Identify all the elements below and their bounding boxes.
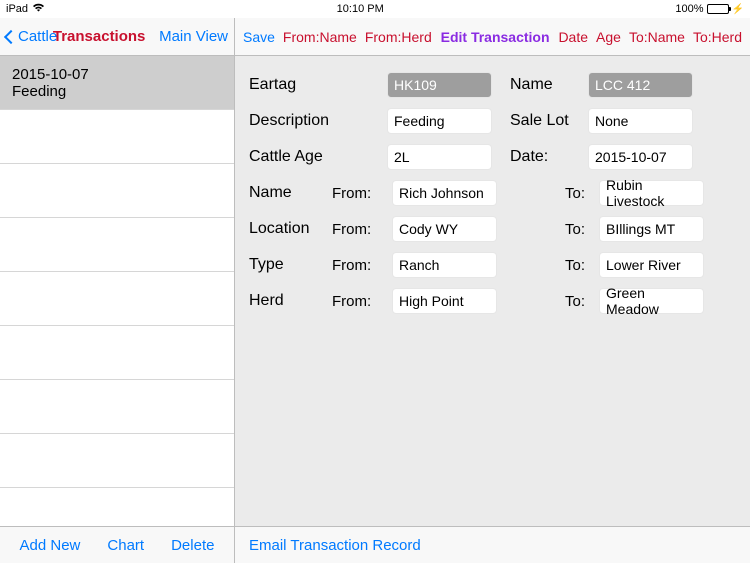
email-record-button[interactable]: Email Transaction Record <box>249 537 421 554</box>
list-item-date: 2015-10-07 <box>12 66 222 83</box>
list-item <box>0 164 234 218</box>
sidebar-toolbar: Add New Chart Delete <box>0 526 234 563</box>
wifi-icon <box>32 3 45 15</box>
to-label: To: <box>565 293 591 310</box>
type-to-field[interactable]: Lower River <box>599 252 704 278</box>
location-from-field[interactable]: Cody WY <box>392 216 497 242</box>
to-label: To: <box>565 185 591 202</box>
form: Eartag HK109 Name LCC 412 Description Fe… <box>235 56 750 526</box>
list-item <box>0 110 234 164</box>
name-field[interactable]: LCC 412 <box>588 72 693 98</box>
from-herd-button[interactable]: From:Herd <box>365 29 432 45</box>
detail-pane: Save From:Name From:Herd Edit Transactio… <box>235 18 750 563</box>
list-item[interactable]: 2015-10-07 Feeding <box>0 56 234 110</box>
detail-toolbar: Email Transaction Record <box>235 526 750 563</box>
chart-button[interactable]: Chart <box>107 537 144 554</box>
sidebar-header: Cattle Transactions Main View <box>0 18 234 56</box>
description-label: Description <box>249 112 369 130</box>
from-name-button[interactable]: From:Name <box>283 29 357 45</box>
date-label: Date: <box>510 148 570 166</box>
transaction-list: 2015-10-07 Feeding <box>0 56 234 526</box>
status-bar: iPad 10:10 PM 100% ⚡ <box>0 0 750 18</box>
sale-lot-label: Sale Lot <box>510 112 570 130</box>
date-field[interactable]: 2015-10-07 <box>588 144 693 170</box>
from-label: From: <box>332 185 384 202</box>
list-item <box>0 434 234 488</box>
name-to-field[interactable]: Rubin Livestock <box>599 180 704 206</box>
charging-icon: ⚡ <box>732 4 744 15</box>
from-label: From: <box>332 293 384 310</box>
cattle-age-label: Cattle Age <box>249 148 369 166</box>
name-label: Name <box>510 76 570 94</box>
list-item-desc: Feeding <box>12 83 222 100</box>
row-name-label: Name <box>249 184 324 202</box>
herd-label: Herd <box>249 292 324 310</box>
list-item <box>0 380 234 434</box>
date-button[interactable]: Date <box>558 29 588 45</box>
delete-button[interactable]: Delete <box>171 537 214 554</box>
type-label: Type <box>249 256 324 274</box>
from-label: From: <box>332 221 384 238</box>
to-name-button[interactable]: To:Name <box>629 29 685 45</box>
status-time: 10:10 PM <box>337 3 384 15</box>
battery-pct: 100% <box>675 3 703 15</box>
to-herd-button[interactable]: To:Herd <box>693 29 742 45</box>
detail-header: Save From:Name From:Herd Edit Transactio… <box>235 18 750 56</box>
list-item <box>0 326 234 380</box>
age-button[interactable]: Age <box>596 29 621 45</box>
list-item <box>0 218 234 272</box>
cattle-age-field[interactable]: 2L <box>387 144 492 170</box>
location-to-field[interactable]: BIllings MT <box>599 216 704 242</box>
main-view-button[interactable]: Main View <box>159 28 228 45</box>
to-label: To: <box>565 257 591 274</box>
chevron-left-icon <box>4 29 18 43</box>
device-label: iPad <box>6 3 28 15</box>
list-item <box>0 272 234 326</box>
location-label: Location <box>249 220 324 238</box>
battery-icon <box>707 4 729 14</box>
save-button[interactable]: Save <box>243 29 275 45</box>
eartag-field[interactable]: HK109 <box>387 72 492 98</box>
herd-from-field[interactable]: High Point <box>392 288 497 314</box>
sidebar: Cattle Transactions Main View 2015-10-07… <box>0 18 235 563</box>
sale-lot-field[interactable]: None <box>588 108 693 134</box>
to-label: To: <box>565 221 591 238</box>
page-title: Edit Transaction <box>441 29 550 45</box>
herd-to-field[interactable]: Green Meadow <box>599 288 704 314</box>
name-from-field[interactable]: Rich Johnson <box>392 180 497 206</box>
description-field[interactable]: Feeding <box>387 108 492 134</box>
from-label: From: <box>332 257 384 274</box>
type-from-field[interactable]: Ranch <box>392 252 497 278</box>
eartag-label: Eartag <box>249 76 369 94</box>
add-new-button[interactable]: Add New <box>20 537 81 554</box>
sidebar-title: Transactions <box>39 28 159 45</box>
